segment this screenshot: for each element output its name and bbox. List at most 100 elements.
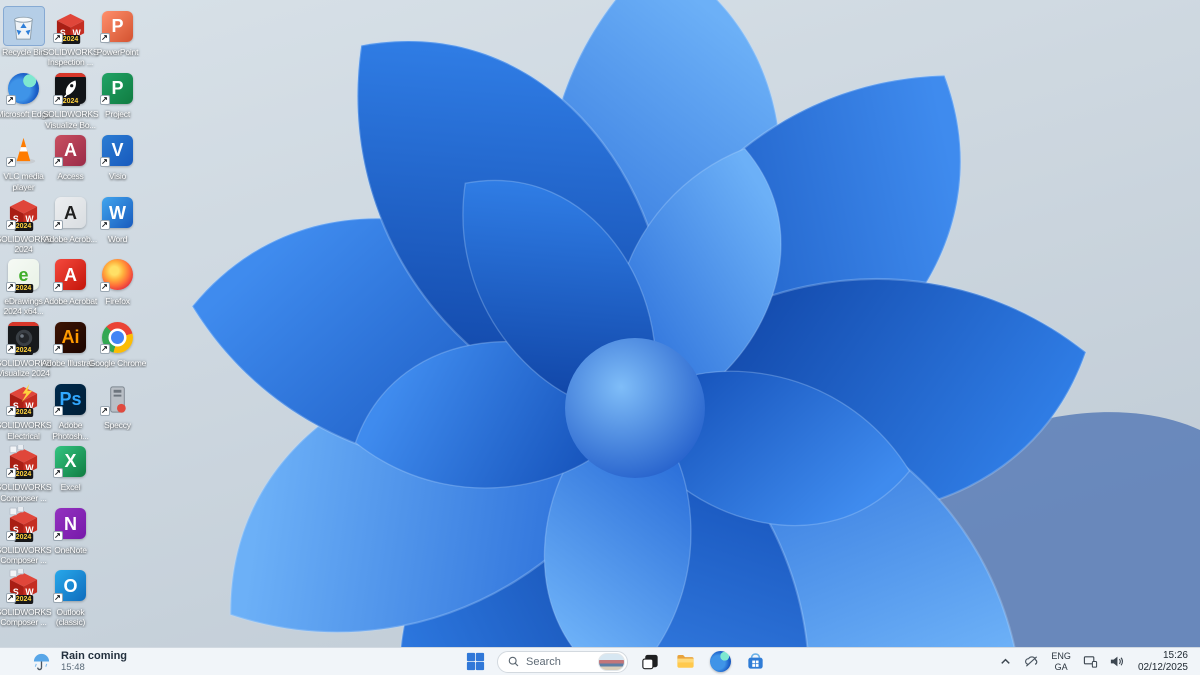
windows-logo-icon <box>466 652 484 671</box>
desktop-icon-recycle-bin[interactable]: Recycle Bin <box>0 6 47 57</box>
icon-art-speccy: ↗ <box>98 380 138 418</box>
shortcut-arrow-icon: ↗ <box>5 95 16 106</box>
shortcut-arrow-icon: ↗ <box>52 530 63 541</box>
desktop-icon-onenote[interactable]: N ↗ OneNote <box>47 505 94 555</box>
desktop-icon-label: Speccy <box>104 420 131 431</box>
clock-date: 02/12/2025 <box>1137 661 1188 673</box>
desktop-icon-solidworks-visualize-2024[interactable]: 2024 ↗ SOLIDWORKS Visualize 2024 <box>0 318 52 379</box>
desktop-icon-solidworks-electrical[interactable]: S W 2024 ↗ SOLIDWORKS Electrical <box>0 380 52 441</box>
desktop-icon-solidworks-composer-2[interactable]: S W 2024 ↗ SOLIDWORKS Composer ... <box>0 505 52 566</box>
shortcut-arrow-icon: ↗ <box>5 344 16 354</box>
clock-time: 15:26 <box>1162 649 1188 661</box>
desktop-icon-adobe-illustrator[interactable]: Ai ↗ Adobe Illustrat... <box>42 318 100 368</box>
task-view-button[interactable] <box>637 650 663 674</box>
shortcut-arrow-icon: ↗ <box>5 406 16 417</box>
desktop-icon-firefox[interactable]: ↗ Firefox <box>94 256 141 306</box>
desktop-icon-label: Visio <box>108 171 127 182</box>
hidden-icons-button[interactable] <box>995 650 1016 674</box>
shortcut-arrow-icon: ↗ <box>52 468 63 479</box>
system-tray: ENG GA 15:26 02/12/2025 <box>995 648 1194 675</box>
desktop-icon-access[interactable]: A ↗ Access <box>47 131 94 181</box>
year-badge: 2024 <box>13 346 34 355</box>
desktop-icon-label: Firefox <box>105 295 130 306</box>
desktop-icon-word[interactable]: W ↗ Word <box>94 194 141 244</box>
language-top: ENG <box>1051 651 1071 662</box>
network-button[interactable] <box>1080 650 1101 674</box>
taskbar-search[interactable] <box>497 650 628 673</box>
weather-widget[interactable]: Rain coming 15:48 <box>24 648 135 675</box>
desktop-icon-solidworks-inspection[interactable]: S W 2024 ↗ SOLIDWORKS Inspection ... <box>43 7 99 68</box>
shortcut-arrow-icon: ↗ <box>52 281 63 292</box>
clock[interactable]: 15:26 02/12/2025 <box>1132 650 1194 674</box>
desktop-icon-adobe-acrobat-reader[interactable]: A ↗ Adobe Acrob... <box>44 194 97 244</box>
desktop-icon-google-chrome[interactable]: ↗ Google Chrome <box>89 318 146 368</box>
start-button[interactable] <box>462 650 488 674</box>
desktop-icon-powerpoint[interactable]: P ↗ PowerPoint <box>94 7 141 57</box>
desktop-icon-solidworks-composer-3[interactable]: S W 2024 ↗ SOLIDWORKS Composer ... <box>0 567 52 628</box>
desktop-icon-adobe-acrobat[interactable]: A ↗ Adobe Acrobat <box>44 256 97 306</box>
year-badge: 2024 <box>13 408 34 418</box>
search-input[interactable] <box>526 655 592 668</box>
desktop-icon-label: Excel <box>60 482 81 493</box>
icon-art-recycle-bin <box>2 6 45 46</box>
desktop-icon-label: PowerPoint <box>96 47 139 57</box>
year-badge: 2024 <box>13 470 34 480</box>
icon-art-adobe-acrobat: A ↗ <box>51 256 91 294</box>
year-badge: 2024 <box>13 594 34 604</box>
desktop-icon-excel[interactable]: X ↗ Excel <box>47 442 94 492</box>
network-icon <box>1083 656 1098 668</box>
shortcut-arrow-icon: ↗ <box>99 219 110 230</box>
desktop-icon-project[interactable]: P ↗ Project <box>94 69 141 119</box>
shortcut-arrow-icon: ↗ <box>99 281 110 292</box>
volume-button[interactable] <box>1106 650 1127 674</box>
desktop-icon-outlook-classic[interactable]: O ↗ Outlook (classic) <box>47 567 94 628</box>
shortcut-arrow-icon: ↗ <box>52 592 63 603</box>
icon-art-project: P ↗ <box>98 69 138 107</box>
desktop-icon-edrawings-2024[interactable]: e 2024 ↗ eDrawings 2024 x64... <box>0 256 47 317</box>
icon-art-solidworks-composer-1: S W 2024 ↗ <box>4 442 44 480</box>
taskbar: Rain coming 15:48 Search ENG GA 15:26 02… <box>0 647 1200 675</box>
taskbar-center <box>462 648 768 675</box>
year-badge: 2024 <box>13 221 34 231</box>
edge-icon <box>709 651 731 672</box>
desktop-icon-label: Word <box>107 233 128 244</box>
onedrive-status-button[interactable] <box>1021 650 1042 674</box>
shortcut-arrow-icon: ↗ <box>5 219 16 230</box>
umbrella-rain-icon <box>33 653 50 671</box>
icon-art-firefox: ↗ <box>98 256 138 294</box>
icon-art-solidworks-composer-2: S W 2024 ↗ <box>4 505 44 543</box>
icon-art-microsoft-edge: ↗ <box>4 69 44 107</box>
desktop-icon-label: Google Chrome <box>88 358 147 368</box>
desktop-icon-solidworks-composer-1[interactable]: S W 2024 ↗ SOLIDWORKS Composer ... <box>0 442 52 503</box>
icon-art-google-chrome: ↗ <box>98 318 138 356</box>
desktop-icon-microsoft-edge[interactable]: ↗ Microsoft Edge <box>0 69 51 119</box>
year-badge: 2024 <box>13 283 34 293</box>
desktop-icon-speccy[interactable]: ↗ Speccy <box>94 380 141 430</box>
desktop-icon-solidworks-2024[interactable]: S W 2024 ↗ SOLIDWORKS 2024 <box>0 194 52 255</box>
shortcut-arrow-icon: ↗ <box>99 406 110 417</box>
icon-art-vlc-media-player: ↗ <box>4 131 44 169</box>
year-badge: 2024 <box>13 532 34 542</box>
desktop-icon-visio[interactable]: V ↗ Visio <box>94 131 141 181</box>
file-explorer-button[interactable] <box>672 650 698 674</box>
desktop-icon-label: Outlook (classic) <box>55 606 86 628</box>
desktop-icon-adobe-photoshop[interactable]: Ps ↗ Adobe Photosh... <box>47 380 94 441</box>
shortcut-arrow-icon: ↗ <box>99 344 110 354</box>
shortcut-arrow-icon: ↗ <box>5 530 16 541</box>
icon-art-solidworks-visualize-boost: 2024 ↗ <box>51 69 91 107</box>
microsoft-store-button[interactable] <box>742 650 768 674</box>
search-highlight-thumbnail[interactable] <box>598 652 625 671</box>
chevron-up-icon <box>1001 658 1011 664</box>
shortcut-arrow-icon: ↗ <box>52 219 63 230</box>
desktop-icon-vlc-media-player[interactable]: ↗ VLC media player <box>0 131 47 192</box>
shortcut-arrow-icon: ↗ <box>52 344 63 354</box>
desktop-icon-solidworks-visualize-boost[interactable]: 2024 ↗ SOLIDWORKS Visualize Bo... <box>43 69 99 130</box>
shortcut-arrow-icon: ↗ <box>5 468 16 479</box>
recycle-bin-icon <box>14 16 33 40</box>
icon-art-solidworks-visualize-2024: 2024 ↗ <box>4 318 44 356</box>
language-indicator[interactable]: ENG GA <box>1047 651 1075 672</box>
icon-art-solidworks-2024: S W 2024 ↗ <box>4 194 44 232</box>
edge-button[interactable] <box>707 650 733 674</box>
desktop-icon-label: Project <box>104 109 131 120</box>
year-badge: 2024 <box>60 97 81 107</box>
